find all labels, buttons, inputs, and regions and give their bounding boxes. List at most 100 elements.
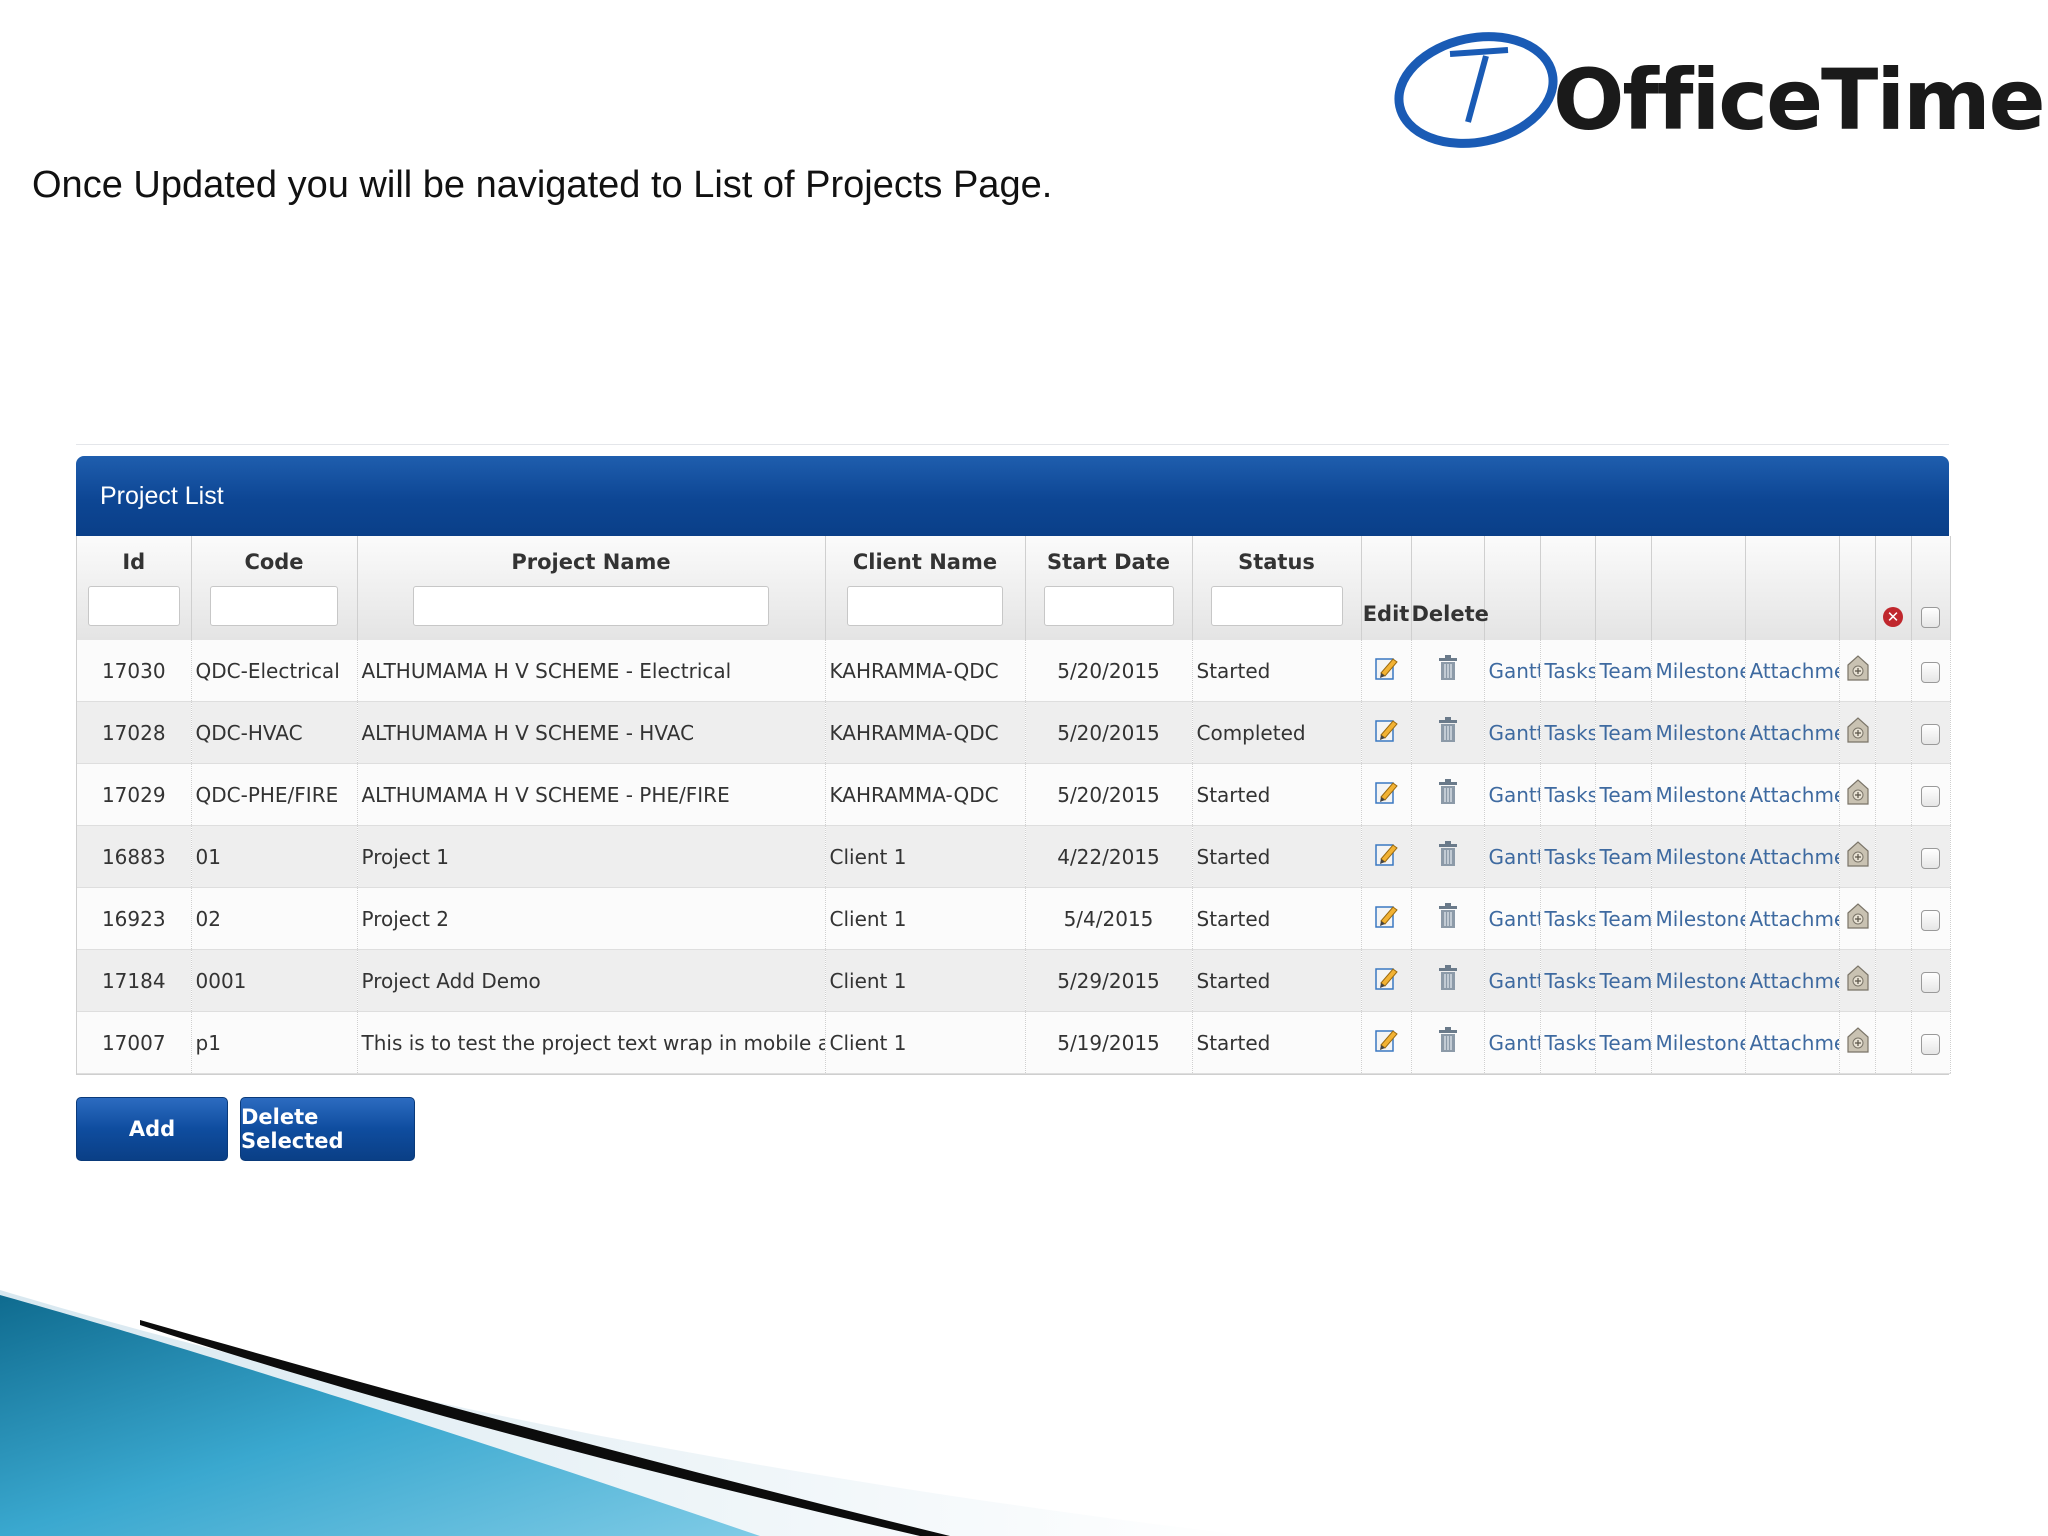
select-all-checkbox[interactable]	[1921, 606, 1940, 628]
edit-pencil-icon[interactable]	[1373, 903, 1399, 929]
row-select-checkbox[interactable]	[1921, 1033, 1940, 1055]
attachment-link-label[interactable]: Attachment	[1750, 721, 1839, 745]
attachment-link[interactable]: Attachment	[1745, 701, 1840, 764]
row-select-checkbox[interactable]	[1921, 661, 1940, 683]
tasks-link-label[interactable]: Tasks	[1545, 659, 1595, 683]
team-link[interactable]: Team	[1595, 763, 1652, 826]
filter-client-name-input[interactable]	[847, 586, 1003, 626]
gantt-link[interactable]: Gantt	[1484, 1011, 1541, 1074]
milestones-link[interactable]: Milestones	[1651, 763, 1746, 826]
trash-icon[interactable]	[1437, 841, 1459, 867]
attachment-link[interactable]: Attachment	[1745, 887, 1840, 950]
gantt-link[interactable]: Gantt	[1484, 887, 1541, 950]
archive-icon[interactable]	[1844, 715, 1872, 745]
milestones-link-label[interactable]: Milestones	[1656, 969, 1745, 993]
edit-pencil-icon[interactable]	[1373, 1027, 1399, 1053]
tasks-link[interactable]: Tasks	[1540, 701, 1596, 764]
milestones-link-label[interactable]: Milestones	[1656, 845, 1745, 869]
trash-icon[interactable]	[1437, 717, 1459, 743]
row-select-checkbox[interactable]	[1921, 971, 1940, 993]
attachment-link-label[interactable]: Attachment	[1750, 969, 1839, 993]
filter-code-input[interactable]	[210, 586, 338, 626]
edit-pencil-icon[interactable]	[1373, 717, 1399, 743]
trash-icon[interactable]	[1437, 965, 1459, 991]
tasks-link[interactable]: Tasks	[1540, 640, 1596, 702]
archive-icon[interactable]	[1844, 1025, 1872, 1055]
team-link[interactable]: Team	[1595, 949, 1652, 1012]
archive-icon[interactable]	[1844, 653, 1872, 683]
attachment-link[interactable]: Attachment	[1745, 1011, 1840, 1074]
filter-status-input[interactable]	[1210, 586, 1343, 626]
edit-pencil-icon[interactable]	[1373, 655, 1399, 681]
team-link-label[interactable]: Team	[1600, 721, 1651, 745]
filter-start-date-input[interactable]	[1043, 586, 1174, 626]
milestones-link[interactable]: Milestones	[1651, 887, 1746, 950]
row-select-checkbox[interactable]	[1921, 847, 1940, 869]
milestones-link-label[interactable]: Milestones	[1656, 659, 1745, 683]
tasks-link-label[interactable]: Tasks	[1545, 845, 1595, 869]
gantt-link[interactable]: Gantt	[1484, 949, 1541, 1012]
team-link[interactable]: Team	[1595, 1011, 1652, 1074]
tasks-link[interactable]: Tasks	[1540, 763, 1596, 826]
attachment-link-label[interactable]: Attachment	[1750, 659, 1839, 683]
attachment-link-label[interactable]: Attachment	[1750, 907, 1839, 931]
team-link[interactable]: Team	[1595, 887, 1652, 950]
tasks-link[interactable]: Tasks	[1540, 887, 1596, 950]
team-link[interactable]: Team	[1595, 825, 1652, 888]
trash-icon[interactable]	[1437, 779, 1459, 805]
attachment-link[interactable]: Attachment	[1745, 763, 1840, 826]
gantt-link-label[interactable]: Gantt	[1489, 969, 1540, 993]
team-link-label[interactable]: Team	[1600, 969, 1651, 993]
gantt-link-label[interactable]: Gantt	[1489, 659, 1540, 683]
milestones-link[interactable]: Milestones	[1651, 640, 1746, 702]
gantt-link[interactable]: Gantt	[1484, 763, 1541, 826]
tasks-link-label[interactable]: Tasks	[1545, 969, 1595, 993]
filter-id-input[interactable]	[87, 586, 180, 626]
trash-icon[interactable]	[1437, 655, 1459, 681]
gantt-link[interactable]: Gantt	[1484, 825, 1541, 888]
filter-project-name-input[interactable]	[413, 586, 769, 626]
milestones-link-label[interactable]: Milestones	[1656, 783, 1745, 807]
trash-icon[interactable]	[1437, 1027, 1459, 1053]
tasks-link-label[interactable]: Tasks	[1545, 783, 1595, 807]
team-link-label[interactable]: Team	[1600, 1031, 1651, 1055]
team-link-label[interactable]: Team	[1600, 783, 1651, 807]
gantt-link-label[interactable]: Gantt	[1489, 845, 1540, 869]
team-link-label[interactable]: Team	[1600, 845, 1651, 869]
tasks-link-label[interactable]: Tasks	[1545, 907, 1595, 931]
milestones-link-label[interactable]: Milestones	[1656, 907, 1745, 931]
delete-selected-button[interactable]: Delete Selected	[240, 1097, 415, 1161]
clear-filter-icon[interactable]: ✕	[1883, 607, 1903, 627]
archive-icon[interactable]	[1844, 901, 1872, 931]
archive-icon[interactable]	[1844, 777, 1872, 807]
tasks-link[interactable]: Tasks	[1540, 949, 1596, 1012]
milestones-link[interactable]: Milestones	[1651, 701, 1746, 764]
team-link-label[interactable]: Team	[1600, 907, 1651, 931]
trash-icon[interactable]	[1437, 903, 1459, 929]
gantt-link[interactable]: Gantt	[1484, 701, 1541, 764]
archive-icon[interactable]	[1844, 963, 1872, 993]
attachment-link-label[interactable]: Attachment	[1750, 1031, 1839, 1055]
gantt-link[interactable]: Gantt	[1484, 640, 1541, 702]
archive-icon[interactable]	[1844, 839, 1872, 869]
tasks-link[interactable]: Tasks	[1540, 825, 1596, 888]
milestones-link-label[interactable]: Milestones	[1656, 1031, 1745, 1055]
milestones-link[interactable]: Milestones	[1651, 949, 1746, 1012]
attachment-link[interactable]: Attachment	[1745, 949, 1840, 1012]
row-select-checkbox[interactable]	[1921, 785, 1940, 807]
attachment-link-label[interactable]: Attachment	[1750, 783, 1839, 807]
milestones-link[interactable]: Milestones	[1651, 1011, 1746, 1074]
milestones-link-label[interactable]: Milestones	[1656, 721, 1745, 745]
row-select-checkbox[interactable]	[1921, 723, 1940, 745]
attachment-link[interactable]: Attachment	[1745, 825, 1840, 888]
gantt-link-label[interactable]: Gantt	[1489, 907, 1540, 931]
tasks-link-label[interactable]: Tasks	[1545, 721, 1595, 745]
attachment-link-label[interactable]: Attachment	[1750, 845, 1839, 869]
tasks-link-label[interactable]: Tasks	[1545, 1031, 1595, 1055]
gantt-link-label[interactable]: Gantt	[1489, 1031, 1540, 1055]
add-button[interactable]: Add	[76, 1097, 228, 1161]
team-link[interactable]: Team	[1595, 640, 1652, 702]
team-link[interactable]: Team	[1595, 701, 1652, 764]
gantt-link-label[interactable]: Gantt	[1489, 783, 1540, 807]
attachment-link[interactable]: Attachment	[1745, 640, 1840, 702]
